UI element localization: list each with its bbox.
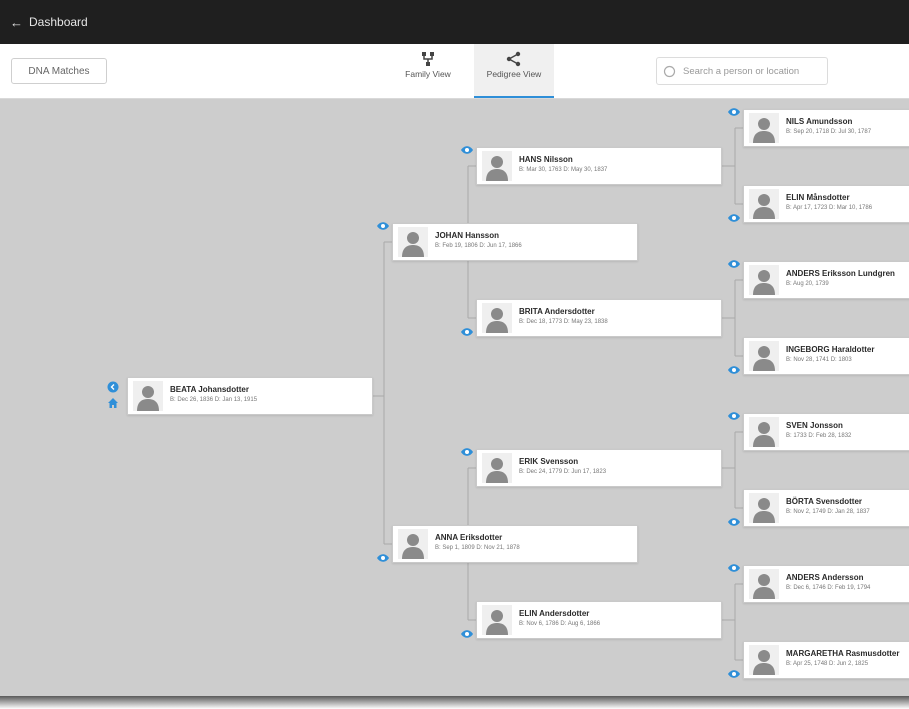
person-dates: B: Aug 20, 1739 — [786, 281, 829, 287]
person-name: BÖRTA Svensdotter — [786, 497, 863, 506]
pedigree-view-tab[interactable]: Pedigree View — [474, 44, 554, 98]
person-card[interactable]: ERIK Svensson B: Dec 24, 1779 D: Jun 17, … — [476, 449, 722, 487]
person-silhouette-icon — [398, 227, 428, 257]
back-label: Dashboard — [29, 15, 88, 29]
person-card[interactable]: ANDERS Eriksson Lundgren B: Aug 20, 1739 — [743, 261, 909, 299]
person-card[interactable]: NILS Amundsson B: Sep 20, 1718 D: Jul 30,… — [743, 109, 909, 147]
eye-icon[interactable] — [727, 669, 741, 679]
eye-icon[interactable] — [460, 447, 474, 457]
person-name: SVEN Jonsson — [786, 421, 843, 430]
person-silhouette-icon — [749, 569, 779, 599]
eye-icon[interactable] — [727, 517, 741, 527]
arrow-left-icon: ← — [10, 14, 23, 30]
person-dates: B: Sep 20, 1718 D: Jul 30, 1787 — [786, 129, 872, 135]
person-dates: B: Mar 30, 1763 D: May 30, 1837 — [519, 167, 608, 173]
person-silhouette-icon — [749, 493, 779, 523]
search-box — [656, 57, 828, 85]
person-dates: B: Dec 18, 1773 D: May 23, 1838 — [519, 319, 608, 325]
pedigree-share-icon — [506, 51, 521, 67]
person-card[interactable]: HANS Nilsson B: Mar 30, 1763 D: May 30, 1… — [476, 147, 722, 185]
person-name: JOHAN Hansson — [435, 231, 500, 240]
dna-matches-button[interactable]: DNA Matches — [11, 58, 107, 84]
toolbar: DNA Matches Family View Pedigree View — [0, 44, 909, 99]
search-input[interactable] — [681, 64, 825, 78]
person-dates: B: Nov 6, 1786 D: Aug 6, 1866 — [519, 621, 601, 627]
person-card[interactable]: JOHAN Hansson B: Feb 19, 1806 D: Jun 17, … — [392, 223, 638, 261]
person-silhouette-icon — [398, 529, 428, 559]
person-name: ANNA Eriksdotter — [435, 533, 503, 542]
person-card[interactable]: MARGARETHA Rasmusdotter B: Apr 25, 1748 D… — [743, 641, 909, 679]
person-card[interactable]: SVEN Jonsson B: 1733 D: Feb 28, 1832 — [743, 413, 909, 451]
eye-icon[interactable] — [460, 629, 474, 639]
family-tree-icon — [422, 52, 434, 66]
person-name: ANDERS Andersson — [786, 573, 864, 582]
person-dates: B: Sep 1, 1809 D: Nov 21, 1878 — [435, 545, 520, 551]
person-name: ERIK Svensson — [519, 457, 579, 466]
person-card[interactable]: ELIN Månsdotter B: Apr 17, 1723 D: Mar 10… — [743, 185, 909, 223]
person-name: MARGARETHA Rasmusdotter — [786, 649, 900, 658]
person-silhouette-icon — [133, 381, 163, 411]
back-to-dashboard-link[interactable]: ← Dashboard — [10, 13, 88, 31]
target-circle-icon[interactable] — [107, 381, 119, 393]
eye-icon[interactable] — [727, 365, 741, 375]
eye-icon[interactable] — [727, 213, 741, 223]
person-name: BEATA Johansdotter — [170, 385, 249, 394]
person-card[interactable]: INGEBORG Haraldotter B: Nov 28, 1741 D: 1… — [743, 337, 909, 375]
person-card[interactable]: ANDERS Andersson B: Dec 6, 1746 D: Feb 19… — [743, 565, 909, 603]
person-name: INGEBORG Haraldotter — [786, 345, 875, 354]
eye-icon[interactable] — [460, 327, 474, 337]
person-card[interactable]: BRITA Andersdotter B: Dec 18, 1773 D: May… — [476, 299, 722, 337]
person-dates: B: Dec 6, 1746 D: Feb 19, 1794 — [786, 585, 871, 591]
person-name: ELIN Månsdotter — [786, 193, 850, 202]
person-name: NILS Amundsson — [786, 117, 853, 126]
person-dates: B: Dec 26, 1836 D: Jan 13, 1915 — [170, 397, 258, 403]
person-silhouette-icon — [482, 303, 512, 333]
person-name: HANS Nilsson — [519, 155, 573, 164]
person-silhouette-icon — [749, 189, 779, 219]
person-dates: B: 1733 D: Feb 28, 1832 — [786, 433, 852, 439]
family-view-tab[interactable]: Family View — [388, 44, 468, 98]
person-dates: B: Nov 2, 1749 D: Jan 28, 1837 — [786, 509, 870, 515]
person-name: ANDERS Eriksson Lundgren — [786, 269, 895, 278]
person-silhouette-icon — [749, 341, 779, 371]
person-dates: B: Nov 28, 1741 D: 1803 — [786, 357, 852, 363]
person-silhouette-icon — [749, 417, 779, 447]
person-card[interactable]: ANNA Eriksdotter B: Sep 1, 1809 D: Nov 21… — [392, 525, 638, 563]
person-name: BRITA Andersdotter — [519, 307, 595, 316]
pedigree-canvas[interactable]: BEATA Johansdotter B: Dec 26, 1836 D: Jan… — [0, 99, 909, 696]
person-silhouette-icon — [749, 113, 779, 143]
person-dates: B: Apr 25, 1748 D: Jun 2, 1825 — [786, 661, 869, 667]
app-window: ← Dashboard DNA Matches Family View Pedi… — [0, 0, 909, 696]
family-view-label: Family View — [405, 69, 451, 79]
person-silhouette-icon — [482, 605, 512, 635]
person-card[interactable]: BÖRTA Svensdotter B: Nov 2, 1749 D: Jan 2… — [743, 489, 909, 527]
person-dates: B: Dec 24, 1779 D: Jun 17, 1823 — [519, 469, 607, 475]
search-icon — [663, 65, 676, 77]
person-card[interactable]: BEATA Johansdotter B: Dec 26, 1836 D: Jan… — [127, 377, 373, 415]
pedigree-view-label: Pedigree View — [486, 69, 542, 79]
eye-icon[interactable] — [727, 563, 741, 573]
person-name: ELIN Andersdotter — [519, 609, 590, 618]
person-dates: B: Feb 19, 1806 D: Jun 17, 1866 — [435, 243, 522, 249]
eye-icon[interactable] — [727, 107, 741, 117]
eye-icon[interactable] — [727, 259, 741, 269]
home-icon[interactable] — [107, 397, 119, 409]
person-silhouette-icon — [749, 265, 779, 295]
person-dates: B: Apr 17, 1723 D: Mar 10, 1786 — [786, 205, 873, 211]
eye-icon[interactable] — [460, 145, 474, 155]
bottom-shadow — [0, 696, 909, 709]
eye-icon[interactable] — [376, 221, 390, 231]
eye-icon[interactable] — [727, 411, 741, 421]
eye-icon[interactable] — [376, 553, 390, 563]
person-silhouette-icon — [482, 453, 512, 483]
person-silhouette-icon — [749, 645, 779, 675]
person-card[interactable]: ELIN Andersdotter B: Nov 6, 1786 D: Aug 6… — [476, 601, 722, 639]
top-bar: ← Dashboard — [0, 0, 909, 44]
person-silhouette-icon — [482, 151, 512, 181]
